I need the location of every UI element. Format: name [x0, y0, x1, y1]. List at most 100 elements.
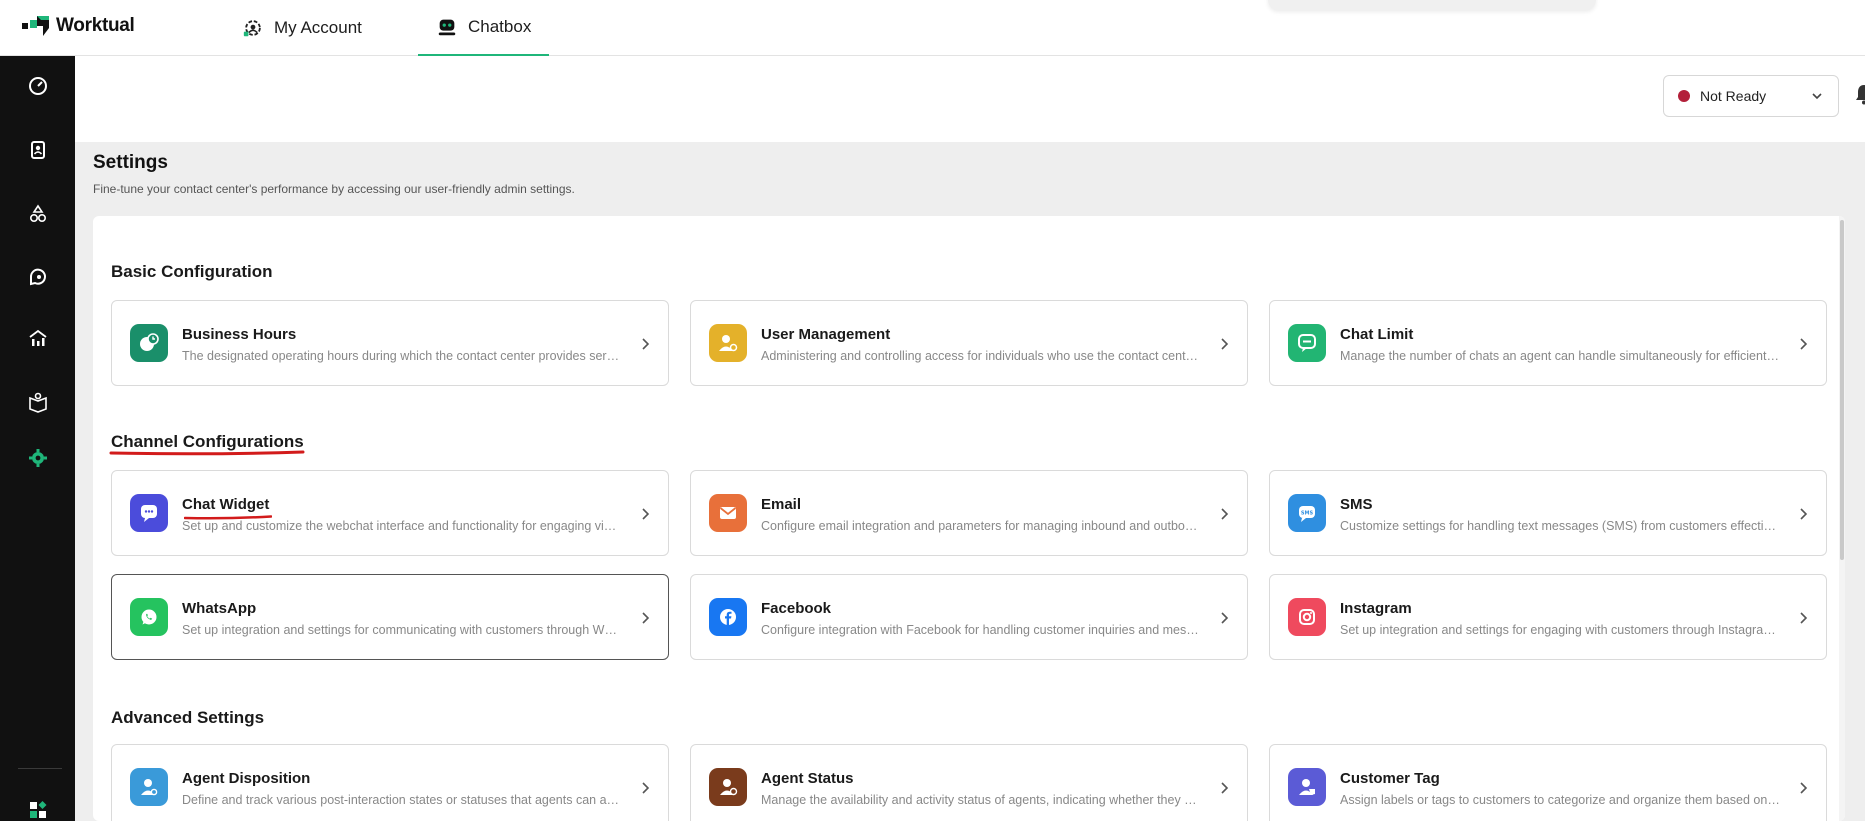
gauge-icon	[28, 77, 47, 95]
card-description: Administering and controlling access for…	[761, 349, 1201, 363]
section-title-advanced-settings: Advanced Settings	[111, 708, 265, 727]
card-title: Business Hours	[182, 326, 297, 343]
chevron-right-icon	[1800, 338, 1808, 350]
chevron-right-icon	[642, 508, 650, 520]
red-underline-annotation	[109, 450, 305, 456]
user-settings-icon	[709, 324, 747, 362]
card-business-hours[interactable]: Business Hours The designated operating …	[111, 300, 669, 386]
card-title: User Management	[761, 326, 891, 343]
notification-bell-icon[interactable]	[1854, 83, 1865, 105]
card-title: SMS	[1340, 496, 1373, 513]
card-title: Instagram	[1340, 600, 1412, 617]
agent-disposition-icon	[130, 768, 168, 806]
sidebar-item-knowledge[interactable]	[0, 372, 75, 432]
shapes-icon	[29, 204, 46, 223]
chat-widget-icon	[130, 494, 168, 532]
chat-limit-icon	[1288, 324, 1326, 362]
card-description: Manage the number of chats an agent can …	[1340, 349, 1780, 363]
card-title: Agent Disposition	[182, 770, 311, 787]
card-description: Customize settings for handling text mes…	[1340, 519, 1780, 533]
tab-my-account[interactable]: My Account	[224, 0, 380, 56]
card-chat-limit[interactable]: Chat Limit Manage the number of chats an…	[1269, 300, 1827, 386]
panel-scrollbar[interactable]	[1839, 216, 1845, 821]
card-facebook[interactable]: Facebook Configure integration with Face…	[690, 574, 1248, 660]
card-title: Facebook	[761, 600, 832, 617]
card-user-management[interactable]: User Management Administering and contro…	[690, 300, 1248, 386]
apps-icon	[29, 801, 46, 818]
section-title-basic-configuration: Basic Configuration	[111, 262, 273, 281]
settings-panel: Basic Configuration Business Hours The d…	[93, 216, 1845, 821]
book-icon	[28, 392, 47, 413]
page-subtitle: Fine-tune your contact center's performa…	[93, 182, 575, 196]
chevron-right-icon	[642, 338, 650, 350]
agent-status-icon	[709, 768, 747, 806]
card-customer-tag[interactable]: Customer Tag Assign labels or tags to cu…	[1269, 744, 1827, 821]
card-description: Assign labels or tags to customers to ca…	[1340, 793, 1780, 807]
card-title: WhatsApp	[182, 600, 257, 617]
card-description: Configure integration with Facebook for …	[761, 623, 1201, 637]
left-sidebar	[0, 56, 75, 821]
card-title: Chat Limit	[1340, 326, 1414, 343]
email-icon	[709, 494, 747, 532]
sidebar-item-analytics[interactable]	[0, 308, 75, 368]
card-chat-widget[interactable]: Chat Widget Set up and customize the web…	[111, 470, 669, 556]
sidebar-divider	[18, 768, 62, 769]
card-title: Email	[761, 496, 802, 513]
gear-icon	[28, 449, 47, 467]
sidebar-item-chat[interactable]	[0, 246, 75, 306]
chevron-right-icon	[642, 782, 650, 794]
gear-person-icon	[243, 20, 261, 37]
card-description: Configure email integration and paramete…	[761, 519, 1201, 533]
tab-chatbox-label: Chatbox	[468, 17, 532, 36]
status-dot	[1678, 90, 1690, 102]
settings-main: Settings Fine-tune your contact center's…	[75, 142, 1865, 821]
card-title: Chat Widget	[182, 496, 270, 513]
card-description: Set up integration and settings for comm…	[182, 623, 622, 637]
card-agent-disposition[interactable]: Agent Disposition Define and track vario…	[111, 744, 669, 821]
svg-text:SMS: SMS	[1301, 511, 1314, 517]
top-navigation-bar: Worktual My Account Chatbox	[0, 0, 1865, 56]
chart-icon	[28, 329, 47, 346]
header-row: Not Ready T	[75, 56, 1865, 142]
worktual-logo[interactable]: Worktual	[22, 14, 135, 38]
card-description: Manage the availability and activity sta…	[761, 793, 1201, 807]
scrollbar-thumb[interactable]	[1840, 220, 1844, 560]
card-agent-status[interactable]: Agent Status Manage the availability and…	[690, 744, 1248, 821]
card-description: Define and track various post-interactio…	[182, 793, 622, 807]
page-title: Settings	[93, 152, 168, 173]
section-title-channel-configurations: Channel Configurations	[111, 432, 304, 451]
customer-tag-icon	[1288, 768, 1326, 806]
sidebar-item-shapes[interactable]	[0, 184, 75, 244]
facebook-icon	[709, 598, 747, 636]
chevron-right-icon	[642, 612, 650, 624]
sidebar-item-dashboard[interactable]	[0, 56, 75, 116]
card-sms[interactable]: SMS SMS Customize settings for handling …	[1269, 470, 1827, 556]
chat-bubble-icon	[29, 268, 46, 286]
card-title: Agent Status	[761, 770, 854, 787]
instagram-icon	[1288, 598, 1326, 636]
card-whatsapp[interactable]: WhatsApp Set up integration and settings…	[111, 574, 669, 660]
tab-chatbox[interactable]: Chatbox	[418, 0, 550, 56]
sidebar-item-contacts[interactable]	[0, 120, 75, 180]
agent-status-select[interactable]: Not Ready	[1663, 75, 1839, 117]
card-description: Set up integration and settings for enga…	[1340, 623, 1780, 637]
card-title: Customer Tag	[1340, 770, 1440, 787]
chevron-down-icon	[1812, 93, 1822, 100]
chevron-right-icon	[1221, 338, 1229, 350]
chevron-right-icon	[1800, 782, 1808, 794]
chevron-right-icon	[1221, 782, 1229, 794]
chevron-right-icon	[1800, 508, 1808, 520]
chevron-right-icon	[1221, 612, 1229, 624]
card-instagram[interactable]: Instagram Set up integration and setting…	[1269, 574, 1827, 660]
card-description: The designated operating hours during wh…	[182, 349, 622, 363]
sidebar-apps-button[interactable]	[0, 780, 75, 840]
tab-my-account-label: My Account	[274, 18, 362, 37]
sms-icon: SMS	[1288, 494, 1326, 532]
brand-name: Worktual	[56, 15, 135, 36]
card-email[interactable]: Email Configure email integration and pa…	[690, 470, 1248, 556]
sidebar-item-settings[interactable]	[0, 428, 75, 488]
agent-status-label: Not Ready	[1700, 88, 1767, 104]
worktual-logo-icon	[22, 14, 50, 38]
card-description: Set up and customize the webchat interfa…	[182, 519, 622, 533]
dropdown-overlay-edge	[1268, 0, 1596, 10]
